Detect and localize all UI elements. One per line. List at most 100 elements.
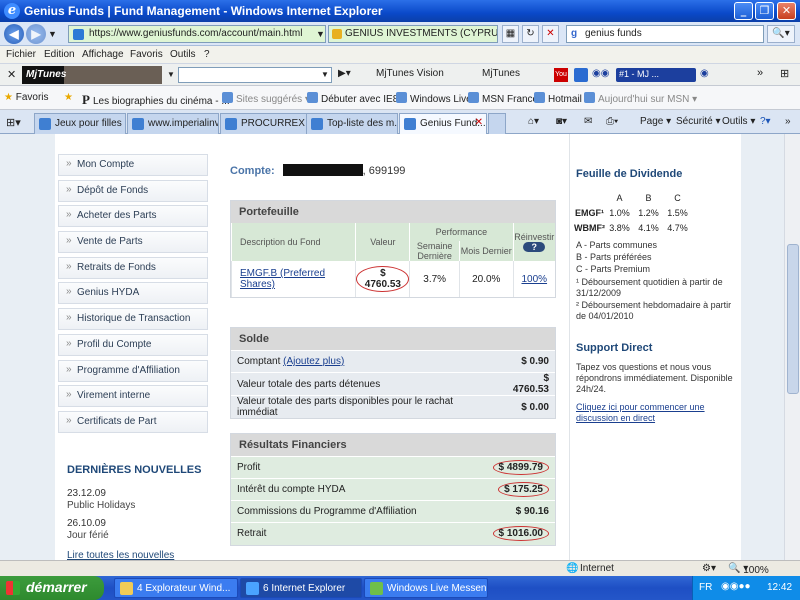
tab-imperial[interactable]: www.imperialinv...: [127, 113, 219, 134]
video-icon[interactable]: [574, 68, 588, 82]
security-menu[interactable]: Sécurité ▾: [676, 116, 721, 127]
mjtunes-vision-link[interactable]: MjTunes Vision: [376, 68, 444, 79]
address-dropdown-icon[interactable]: ▼: [316, 29, 325, 39]
close-toolbar-icon[interactable]: ✕: [7, 68, 16, 81]
fav-biographies-label: Les biographies du cinéma - ...: [92, 96, 230, 107]
address-field[interactable]: https://www.geniusfunds.com/account/main…: [68, 25, 326, 43]
more-icon[interactable]: »: [785, 116, 791, 127]
quick-tabs-icon[interactable]: ⊞▾: [6, 116, 21, 129]
refresh-icon[interactable]: ↻: [522, 25, 539, 43]
favorites-button[interactable]: ★ Favoris: [4, 92, 49, 103]
news-heading: DERNIÈRES NOUVELLES: [67, 464, 202, 476]
help-badge[interactable]: ?: [523, 242, 546, 252]
menu-tools[interactable]: Outils: [170, 49, 196, 60]
home-icon[interactable]: ⌂▾: [528, 116, 539, 127]
tools-menu[interactable]: Outils ▾: [722, 116, 755, 127]
news-title[interactable]: Public Holidays: [67, 500, 135, 511]
close-window-button[interactable]: ✕: [777, 2, 796, 20]
sidebar-item-hyda[interactable]: Genius HYDA: [58, 282, 208, 305]
news-title[interactable]: Jour férié: [67, 530, 109, 541]
menu-favorites[interactable]: Favoris: [130, 49, 163, 60]
menu-file[interactable]: Fichier: [6, 49, 36, 60]
task-explorer[interactable]: 4 Explorateur Wind...: [114, 578, 238, 598]
print-icon[interactable]: ⎙▾: [606, 116, 618, 127]
task-messenger[interactable]: Windows Live Messen...: [364, 578, 488, 598]
zone-label: Internet: [580, 563, 614, 574]
fav-ie8[interactable]: Débuter avec IE8: [307, 92, 398, 105]
sidebar-item-acheter[interactable]: Acheter des Parts: [58, 205, 208, 228]
reinvest-link[interactable]: 100%: [521, 274, 547, 285]
sidebar-item-depot[interactable]: Dépôt de Fonds: [58, 179, 208, 202]
certificate-indicator[interactable]: GENIUS INVESTMENTS (CYPRUS) LTD ...: [328, 25, 498, 43]
forward-button[interactable]: ▶: [26, 24, 46, 44]
search-button[interactable]: 🔍▾: [767, 25, 795, 43]
tray-icons[interactable]: ◉◉●●: [721, 581, 751, 592]
scrollbar-thumb[interactable]: [787, 244, 799, 394]
close-tab-icon[interactable]: ✕: [475, 117, 483, 128]
play-icon[interactable]: ▶▾: [338, 68, 351, 79]
mjtunes-dropdown-icon[interactable]: ▼: [321, 70, 329, 79]
toolbar-more-icon[interactable]: »: [757, 67, 763, 79]
fund-link[interactable]: EMGF.B (Preferred Shares): [240, 268, 325, 290]
volume-icon[interactable]: ◉: [700, 68, 709, 79]
mjtunes-link[interactable]: MjTunes: [482, 68, 520, 79]
menu-edit[interactable]: Edition: [44, 49, 75, 60]
search-input[interactable]: g genius funds: [566, 25, 764, 43]
fav-suggested-sites[interactable]: Sites suggérés ▾: [222, 92, 310, 105]
sidebar-item-certificats[interactable]: Certificats de Part: [58, 410, 208, 433]
mjtunes-search-input[interactable]: [178, 67, 332, 83]
favorites-label: Favoris: [15, 92, 49, 103]
result-label: Commissions du Programme d'Affiliation: [231, 500, 470, 523]
stop-icon[interactable]: ✕: [542, 25, 559, 43]
minimize-button[interactable]: _: [734, 2, 753, 20]
history-dropdown-icon[interactable]: ▼: [48, 29, 57, 39]
sidebar-item-affiliation[interactable]: Programme d'Affiliation: [58, 359, 208, 382]
sidebar-item-mon-compte[interactable]: Mon Compte: [58, 154, 208, 176]
youtube-icon[interactable]: You: [554, 68, 568, 82]
menu-help[interactable]: ?: [204, 49, 210, 60]
live-chat-link[interactable]: Cliquez ici pour commencer une discussio…: [576, 402, 736, 424]
fund-value: $ 4760.53: [356, 266, 410, 292]
page-menu[interactable]: Page ▾: [640, 116, 671, 127]
add-favorite-icon[interactable]: ★: [64, 92, 73, 103]
compat-view-icon[interactable]: ▦: [502, 25, 519, 43]
maximize-button[interactable]: ❐: [755, 2, 774, 20]
mail-icon[interactable]: ✉: [584, 116, 592, 127]
sidebar-item-retraits[interactable]: Retraits de Fonds: [58, 256, 208, 279]
radio-selector[interactable]: #1 - MJ ...: [616, 68, 696, 82]
back-button[interactable]: ◀: [4, 24, 24, 44]
window-title-bar[interactable]: e Genius Funds | Fund Management - Windo…: [0, 0, 800, 22]
vertical-scrollbar[interactable]: [784, 134, 800, 560]
fav-msn-today[interactable]: Aujourd'hui sur MSN ▾: [584, 92, 697, 105]
sidebar-item-profil[interactable]: Profil du Compte: [58, 333, 208, 356]
menu-view[interactable]: Affichage: [82, 49, 124, 60]
col-b: B: [645, 192, 652, 203]
sidebar-item-historique[interactable]: Historique de Transaction: [58, 308, 208, 331]
sidebar-item-vente[interactable]: Vente de Parts: [58, 231, 208, 254]
fav-hotmail[interactable]: Hotmail: [534, 92, 582, 105]
help-icon[interactable]: ?▾: [760, 116, 771, 127]
tab-jeux[interactable]: Jeux pour filles ...: [34, 113, 126, 134]
logo-dropdown-icon[interactable]: ▼: [167, 70, 175, 79]
security-menu-label: Sécurité: [676, 116, 713, 127]
result-label: Retrait: [231, 522, 470, 545]
sidebar-item-virement[interactable]: Virement interne: [58, 385, 208, 408]
read-all-news-link[interactable]: Lire toutes les nouvelles: [67, 550, 174, 560]
new-tab-button[interactable]: [488, 113, 506, 134]
fav-windows-live[interactable]: Windows Live: [396, 92, 472, 105]
start-button[interactable]: démarrer: [0, 576, 104, 600]
tab-procurrex[interactable]: PROCURREX E-...: [220, 113, 312, 134]
fav-msn-france[interactable]: MSN France: [468, 92, 538, 105]
add-more-link[interactable]: (Ajoutez plus): [283, 356, 344, 367]
add-icon[interactable]: ⊞: [780, 67, 789, 80]
fav-biographies[interactable]: P Les biographies du cinéma - ...: [82, 92, 230, 108]
language-indicator[interactable]: FR: [699, 582, 712, 593]
tab-genius-funds[interactable]: Genius Fund... ✕: [399, 113, 487, 135]
protected-mode-icon[interactable]: ⚙▾: [702, 563, 716, 574]
zoom-control[interactable]: 🔍 100% ▾: [728, 563, 769, 576]
portfolio-table: Description du Fond Valeur Performance R…: [230, 223, 555, 297]
task-internet-explorer[interactable]: 6 Internet Explorer: [240, 578, 362, 598]
tab-top-liste[interactable]: Top-liste des m...: [306, 113, 398, 134]
feeds-icon[interactable]: ◙▾: [556, 116, 567, 127]
player-controls[interactable]: ◉◉: [592, 68, 609, 79]
